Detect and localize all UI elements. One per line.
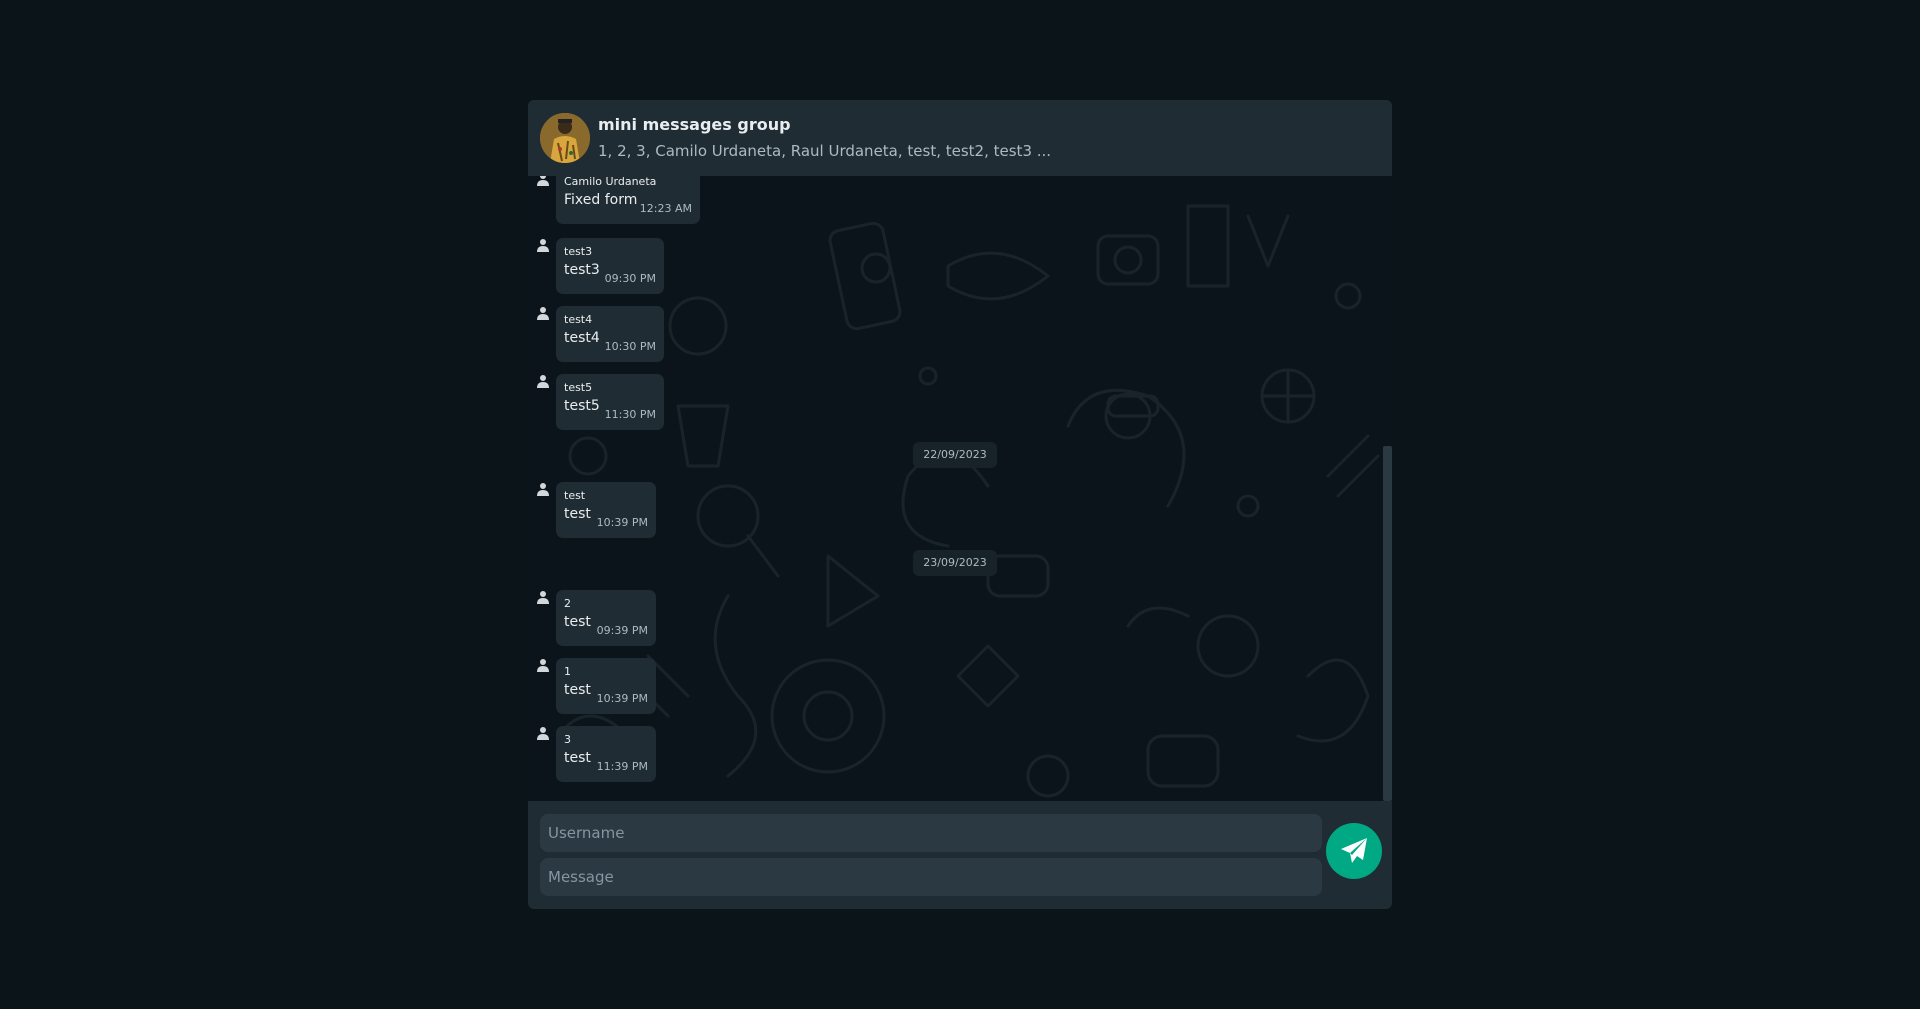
group-members: 1, 2, 3, Camilo Urdaneta, Raul Urdaneta,… <box>598 142 1052 160</box>
message-sender: Camilo Urdaneta <box>564 176 657 188</box>
user-icon <box>537 591 549 604</box>
date-separator: 23/09/2023 <box>913 550 997 576</box>
chat-header[interactable]: mini messages group 1, 2, 3, Camilo Urda… <box>528 100 1392 176</box>
message-text: test <box>564 682 591 698</box>
message-text: test3 <box>564 262 600 278</box>
message-time: 11:30 PM <box>604 408 656 421</box>
message-time: 11:39 PM <box>596 760 648 773</box>
user-icon <box>537 483 549 496</box>
user-icon <box>537 176 549 186</box>
paper-plane-icon <box>1341 838 1367 863</box>
message-sender: 1 <box>564 665 571 678</box>
message-time: 10:30 PM <box>604 340 656 353</box>
username-input[interactable] <box>540 814 1322 852</box>
message-time: 10:39 PM <box>596 692 648 705</box>
message-text: test <box>564 506 591 522</box>
message-bubble[interactable]: Camilo Urdaneta Fixed form 12:23 AM <box>556 176 700 224</box>
message-bubble[interactable]: 3 test 11:39 PM <box>556 726 656 782</box>
message-bubble[interactable]: test test 10:39 PM <box>556 482 656 538</box>
user-icon <box>537 307 549 320</box>
message-text: test <box>564 614 591 630</box>
message-bubble[interactable]: test5 test5 11:30 PM <box>556 374 664 430</box>
message-sender: test5 <box>564 381 593 394</box>
message-time: 09:30 PM <box>604 272 656 285</box>
message-bubble[interactable]: 2 test 09:39 PM <box>556 590 656 646</box>
message-time: 10:39 PM <box>596 516 648 529</box>
group-name: mini messages group <box>598 115 791 134</box>
composer <box>528 801 1392 909</box>
user-icon <box>537 727 549 740</box>
chat-window: mini messages group 1, 2, 3, Camilo Urda… <box>528 100 1392 909</box>
scrollbar-track[interactable] <box>1382 176 1392 801</box>
message-time: 09:39 PM <box>596 624 648 637</box>
user-icon <box>537 375 549 388</box>
user-icon <box>537 659 549 672</box>
scrollbar-thumb[interactable] <box>1383 446 1392 801</box>
message-sender: test <box>564 489 586 502</box>
message-bubble[interactable]: 1 test 10:39 PM <box>556 658 656 714</box>
user-icon <box>537 239 549 252</box>
send-button[interactable] <box>1326 823 1382 879</box>
message-text: Fixed form <box>564 192 638 208</box>
message-text: test <box>564 750 591 766</box>
group-avatar-photo <box>540 113 590 163</box>
message-sender: test4 <box>564 313 593 326</box>
message-text: test5 <box>564 398 600 414</box>
message-sender: 3 <box>564 733 571 746</box>
message-bubble[interactable]: test4 test4 10:30 PM <box>556 306 664 362</box>
date-separator: 22/09/2023 <box>913 442 997 468</box>
group-avatar[interactable] <box>540 113 590 163</box>
message-sender: test3 <box>564 245 593 258</box>
message-bubble[interactable]: test3 test3 09:30 PM <box>556 238 664 294</box>
message-input[interactable] <box>540 858 1322 896</box>
message-text: test4 <box>564 330 600 346</box>
message-sender: 2 <box>564 597 571 610</box>
message-time: 12:23 AM <box>639 202 692 215</box>
messages-pane[interactable]: Camilo Urdaneta Fixed form 12:23 AM test… <box>528 176 1392 801</box>
